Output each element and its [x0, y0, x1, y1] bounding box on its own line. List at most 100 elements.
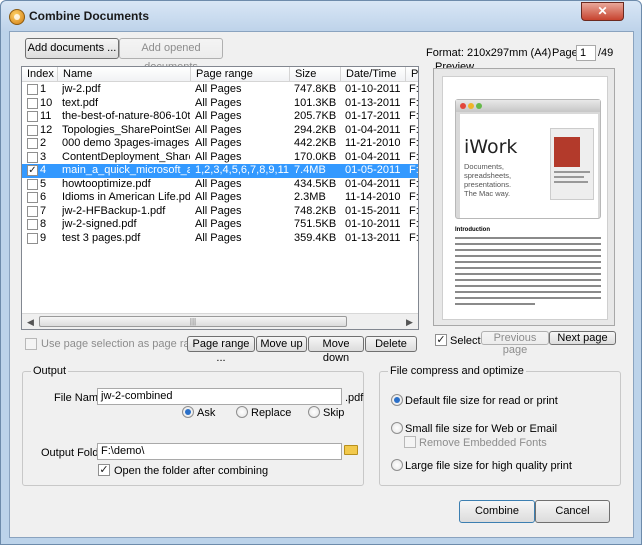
cell-path: F:: [409, 110, 419, 122]
row-checkbox[interactable]: [27, 111, 38, 122]
horizontal-scrollbar[interactable]: ◀ ||| ▶: [22, 313, 418, 329]
scroll-thumb[interactable]: |||: [39, 316, 347, 327]
row-checkbox[interactable]: [27, 124, 38, 136]
column-page-range[interactable]: Page range: [191, 67, 290, 82]
cell-date: 01-15-2011: [345, 204, 401, 217]
preview-text-line: [455, 279, 601, 281]
table-row[interactable]: 6 Idioms in American Life.pdf All Pages 2.3…: [22, 191, 418, 205]
subtitle-line-1: Documents,: [464, 162, 505, 171]
column-path[interactable]: P: [406, 67, 418, 82]
remove-fonts-checkbox[interactable]: [404, 436, 416, 448]
preview-text-line: [455, 273, 601, 275]
table-row[interactable]: 8 jw-2-signed.pdf All Pages 751.5KB 01-10-20…: [22, 218, 418, 232]
cell-index: 9: [40, 231, 47, 244]
small-size-radio[interactable]: [391, 422, 403, 434]
add-documents-button[interactable]: Add documents ...: [25, 38, 119, 59]
cell-index: 1: [40, 83, 47, 95]
open-folder-checkbox[interactable]: ✓: [98, 464, 110, 476]
move-up-button[interactable]: Move up: [256, 336, 307, 352]
cell-index: 7: [40, 204, 47, 217]
row-checkbox[interactable]: [27, 219, 38, 230]
cell-size: 434.5KB: [294, 177, 337, 190]
replace-radio[interactable]: [236, 406, 248, 418]
preview-text-line: [455, 285, 601, 287]
column-size[interactable]: Size: [290, 67, 341, 82]
cell-name: howtooptimize.pdf: [62, 177, 151, 190]
row-checkbox[interactable]: [27, 84, 38, 95]
delete-button[interactable]: Delete: [365, 336, 417, 352]
browse-folder-icon[interactable]: [344, 445, 358, 455]
subtitle-line-3: presentations.: [464, 180, 512, 189]
table-row[interactable]: 2 000 demo 3pages-images.pdf All Pages 442.…: [22, 137, 418, 151]
cell-name: jw-2-signed.pdf: [62, 218, 137, 230]
page-number-input[interactable]: 1: [576, 45, 596, 61]
cell-path: F:: [409, 150, 419, 163]
preview-page: iWork Documents, spreadsheets, presentat…: [442, 76, 608, 320]
row-checkbox[interactable]: [27, 178, 38, 190]
cell-range: All Pages: [195, 123, 242, 136]
move-down-button[interactable]: Move down: [308, 336, 364, 364]
cell-index: 10: [40, 96, 53, 109]
cell-name: Topologies_SharePointServer2...: [62, 123, 190, 136]
use-page-selection-checkbox[interactable]: [25, 338, 37, 350]
cell-path: F:: [409, 204, 419, 217]
large-size-radio[interactable]: [391, 459, 403, 471]
preview-text-line: [455, 303, 535, 305]
cancel-button[interactable]: Cancel: [535, 500, 610, 523]
add-opened-documents-button[interactable]: Add opened documents: [119, 38, 223, 73]
cell-index: 12: [40, 123, 53, 136]
column-name[interactable]: Name: [58, 67, 191, 82]
cell-date: 01-04-2011: [345, 177, 401, 190]
table-row[interactable]: ✓4 main_a_quick_microsoft_acce... 1,2,3,4,…: [22, 164, 418, 178]
row-checkbox[interactable]: ✓: [27, 165, 38, 176]
document-list[interactable]: Index Name Page range Size Date/Time P 1…: [21, 66, 419, 330]
skip-radio[interactable]: [308, 406, 320, 418]
cell-size: 751.5KB: [294, 218, 337, 230]
cell-name: Idioms in American Life.pdf: [62, 191, 190, 203]
cell-index: 3: [40, 150, 47, 163]
scroll-right-icon[interactable]: ▶: [402, 315, 417, 329]
cell-size: 442.2KB: [294, 137, 337, 149]
table-row[interactable]: 12 Topologies_SharePointServer2... All Pag…: [22, 124, 418, 138]
table-row[interactable]: 5 howtooptimize.pdf All Pages 434.5KB 01-04-…: [22, 178, 418, 192]
table-row[interactable]: 1 jw-2.pdf All Pages 747.8KB 01-10-2011 F:: [22, 83, 418, 97]
subtitle-line-4: The Mac way.: [464, 189, 511, 198]
table-row[interactable]: 10 text.pdf All Pages 101.3KB 01-13-2011 F:: [22, 97, 418, 111]
row-checkbox[interactable]: [27, 192, 38, 203]
file-name-input[interactable]: jw-2-combined: [97, 388, 342, 405]
small-size-label: Small file size for Web or Email: [405, 423, 558, 435]
default-size-radio[interactable]: [391, 394, 403, 406]
row-checkbox[interactable]: [27, 205, 38, 217]
row-checkbox[interactable]: [27, 97, 38, 109]
combine-documents-window: Combine Documents ✕ Add documents ... Ad…: [0, 0, 642, 545]
select-page-checkbox[interactable]: ✓: [435, 334, 447, 346]
large-size-label: Large file size for high quality print: [405, 460, 572, 472]
ask-radio[interactable]: [182, 406, 194, 418]
cell-index: 4: [40, 164, 47, 176]
row-checkbox[interactable]: [27, 138, 38, 149]
scroll-left-icon[interactable]: ◀: [23, 315, 38, 329]
preview-text-line: [455, 243, 601, 245]
previous-page-button[interactable]: Previous page: [481, 331, 549, 356]
column-index[interactable]: Index: [22, 67, 58, 82]
next-page-button[interactable]: Next page: [549, 331, 616, 345]
subtitle-line-2: spreadsheets,: [464, 171, 512, 180]
output-folder-input[interactable]: F:\demo\: [97, 443, 342, 460]
preview-pane: iWork Documents, spreadsheets, presentat…: [433, 68, 615, 326]
combine-button[interactable]: Combine: [459, 500, 535, 523]
row-checkbox[interactable]: [27, 151, 38, 163]
preview-doc-red-block: [554, 137, 580, 167]
mac-zoom-dot-icon: [476, 103, 482, 109]
cell-index: 11: [40, 110, 52, 122]
table-row[interactable]: 11 the-best-of-nature-806-10toPD... All Pa…: [22, 110, 418, 124]
table-row[interactable]: 7 jw-2-HFBackup-1.pdf All Pages 748.2KB 01-1…: [22, 205, 418, 219]
preview-text-line: [455, 255, 601, 257]
page-label: Page: [552, 47, 578, 59]
column-date[interactable]: Date/Time: [341, 67, 406, 82]
table-row[interactable]: 9 test 3 pages.pdf All Pages 359.4KB 01-13-2…: [22, 232, 418, 246]
table-row[interactable]: 3 ContentDeployment_SharePoi... All Pages 1…: [22, 151, 418, 165]
close-button[interactable]: ✕: [581, 2, 624, 21]
row-checkbox[interactable]: [27, 232, 38, 244]
page-range-button[interactable]: Page range ...: [187, 336, 255, 364]
mac-content: iWork Documents, spreadsheets, presentat…: [460, 114, 598, 218]
